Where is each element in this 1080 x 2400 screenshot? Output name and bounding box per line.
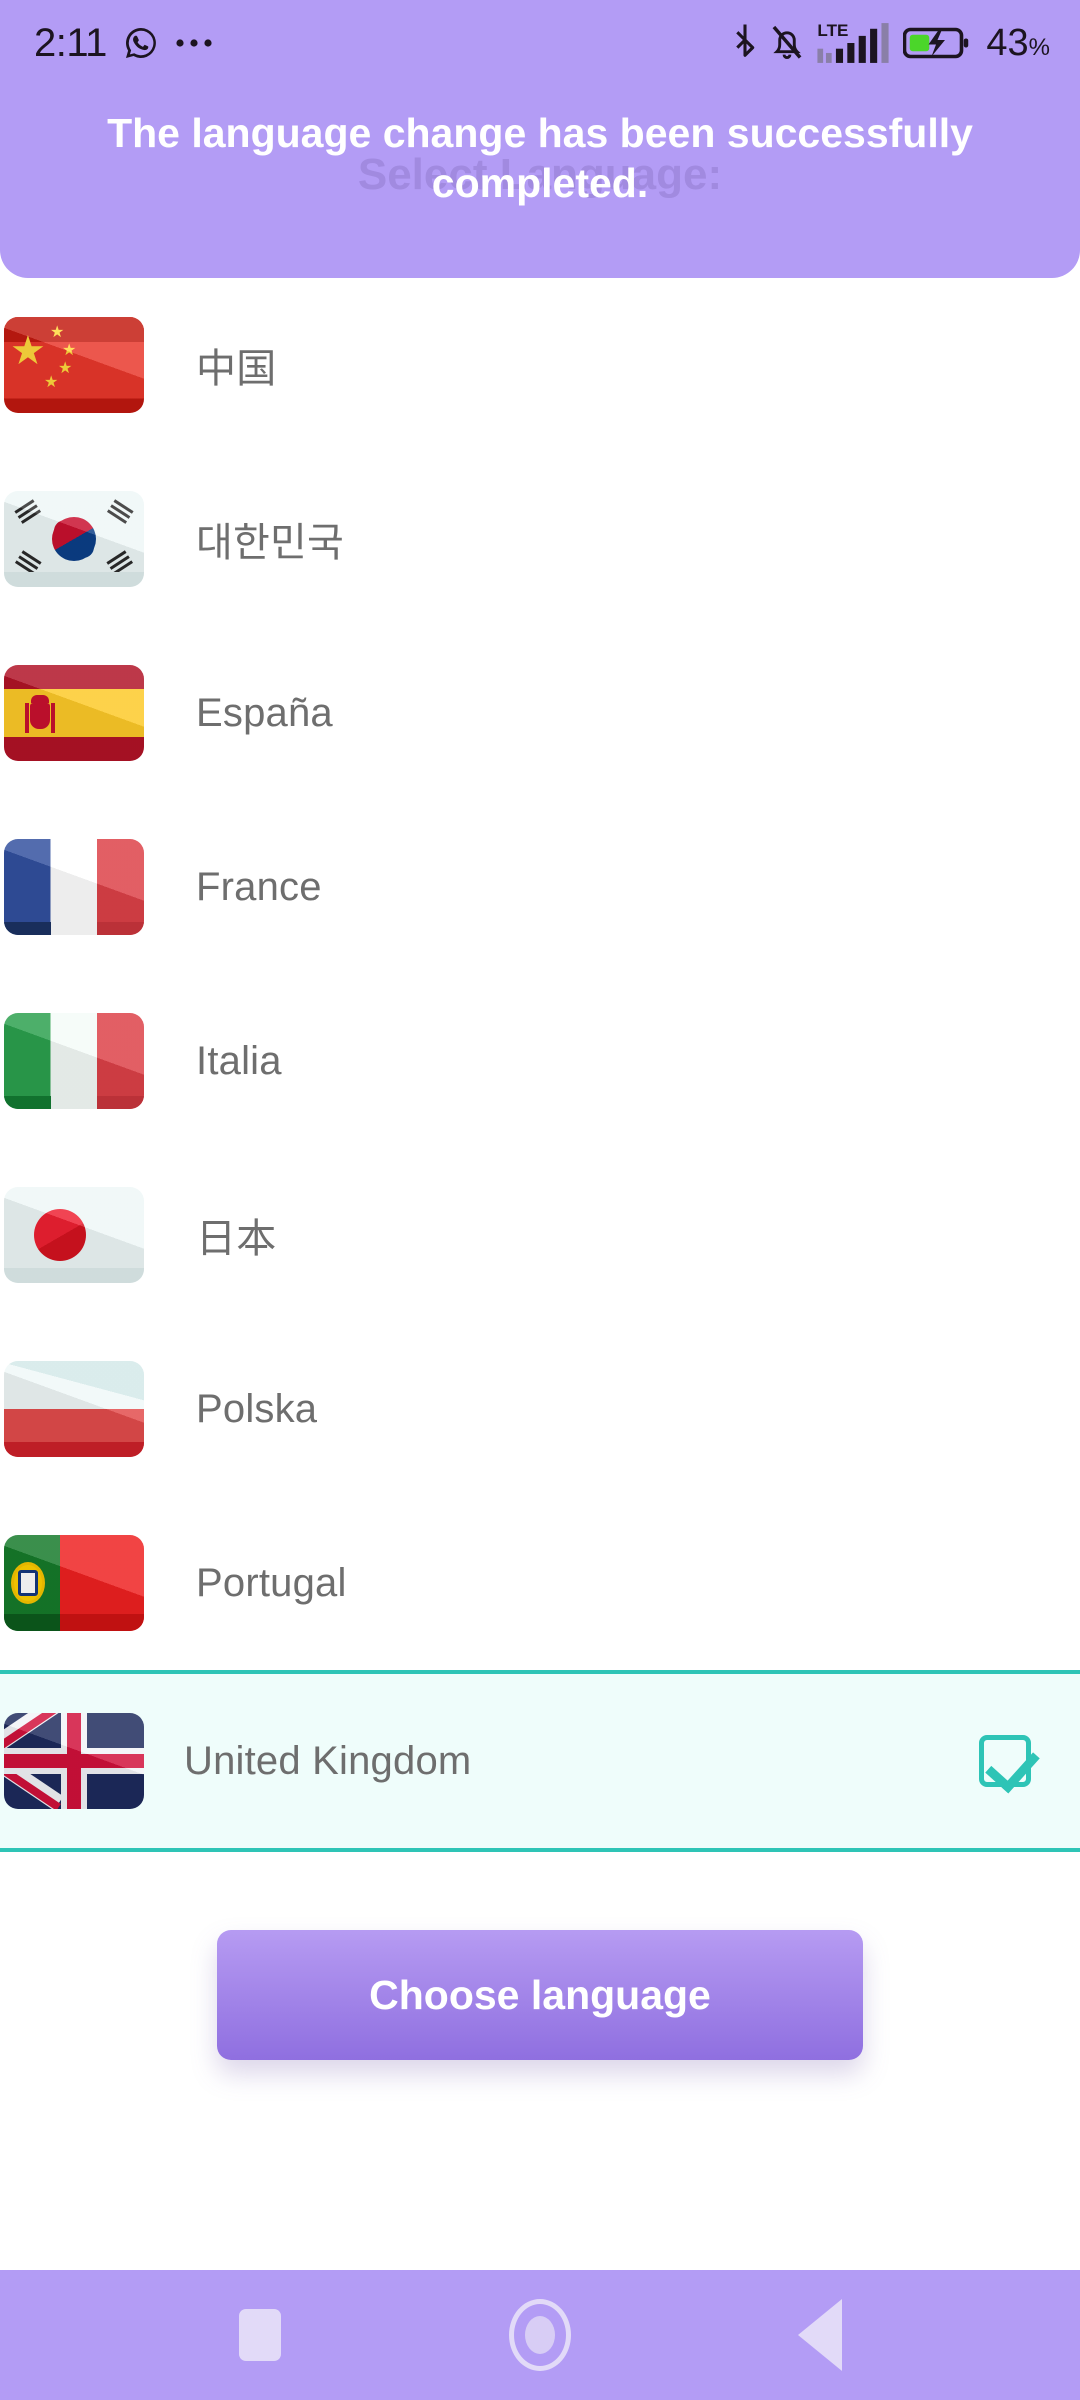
list-item-label: United Kingdom xyxy=(184,1738,472,1783)
android-navigation-bar xyxy=(0,2270,1080,2400)
recents-button[interactable] xyxy=(200,2275,320,2395)
toast-message: The language change has been successfull… xyxy=(107,110,973,207)
poland-flag xyxy=(4,1361,144,1457)
cta-area: Choose language xyxy=(0,1930,1080,2060)
battery-charging-icon xyxy=(903,25,969,61)
list-item[interactable]: 日本 xyxy=(0,1148,1080,1322)
italy-flag xyxy=(4,1013,144,1109)
list-item[interactable]: 대한민국 xyxy=(0,452,1080,626)
circle-icon xyxy=(509,2299,571,2371)
list-item[interactable]: ★ ★ ★ ★ ★ 中国 xyxy=(0,278,1080,452)
list-item-label: 日本 xyxy=(196,1217,277,1261)
list-item-label: 대한민국 xyxy=(196,521,344,565)
list-item-label: 中国 xyxy=(196,347,277,391)
bluetooth-icon xyxy=(732,23,758,63)
checkbox-checked-icon[interactable] xyxy=(979,1735,1031,1787)
list-item-selected[interactable]: United Kingdom xyxy=(0,1670,1080,1852)
language-list: ★ ★ ★ ★ ★ 中国 대한민국 España France Italia 日… xyxy=(0,278,1080,1852)
list-item-label: España xyxy=(196,690,333,735)
check-wrap xyxy=(930,1735,1080,1787)
flag-wrap xyxy=(0,665,148,761)
flag-wrap xyxy=(0,1361,148,1457)
choose-language-button[interactable]: Choose language xyxy=(217,1930,863,2060)
list-item[interactable]: Italia xyxy=(0,974,1080,1148)
back-button[interactable] xyxy=(760,2275,880,2395)
list-item[interactable]: France xyxy=(0,800,1080,974)
list-item-label: Portugal xyxy=(196,1560,347,1605)
portugal-flag xyxy=(4,1535,144,1631)
list-item[interactable]: Polska xyxy=(0,1322,1080,1496)
flag-wrap: ★ ★ ★ ★ ★ xyxy=(0,317,148,413)
france-flag xyxy=(4,839,144,935)
list-item-label: Italia xyxy=(196,1038,282,1083)
flag-wrap xyxy=(0,839,148,935)
spain-flag xyxy=(4,665,144,761)
flag-wrap xyxy=(0,1187,148,1283)
square-icon xyxy=(239,2309,281,2361)
united-kingdom-flag xyxy=(4,1713,144,1809)
battery-percent: 43% xyxy=(986,21,1050,64)
flag-wrap xyxy=(0,1013,148,1109)
svg-text:LTE: LTE xyxy=(818,21,849,40)
list-item-label: France xyxy=(196,864,322,909)
status-bar: 2:11 LTE 43% xyxy=(0,0,1080,86)
triangle-left-icon xyxy=(798,2299,842,2371)
home-button[interactable] xyxy=(480,2275,600,2395)
status-bar-left: 2:11 xyxy=(34,21,213,66)
flag-wrap xyxy=(0,491,148,587)
flag-wrap xyxy=(0,1713,148,1809)
list-item-label: Polska xyxy=(196,1386,318,1431)
list-item[interactable]: España xyxy=(0,626,1080,800)
lte-signal-icon: LTE xyxy=(816,20,890,66)
south-korea-flag xyxy=(4,491,144,587)
more-icon xyxy=(175,37,213,49)
japan-flag xyxy=(4,1187,144,1283)
mute-bell-icon xyxy=(771,24,803,62)
phone-screen: 2:11 LTE 43% Select Language: The langua… xyxy=(0,0,1080,2400)
whatsapp-icon xyxy=(123,25,159,61)
status-bar-right: LTE 43% xyxy=(732,20,1050,66)
china-flag: ★ ★ ★ ★ ★ xyxy=(4,317,144,413)
status-clock: 2:11 xyxy=(34,20,107,65)
flag-wrap xyxy=(0,1535,148,1631)
list-item[interactable]: Portugal xyxy=(0,1496,1080,1670)
